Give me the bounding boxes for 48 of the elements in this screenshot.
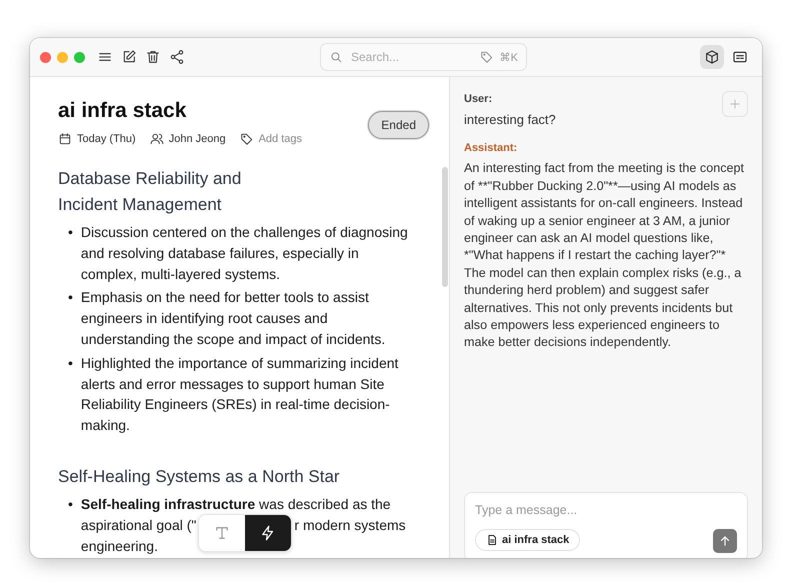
note-title: ai infra stack — [58, 99, 188, 123]
cube-icon — [704, 49, 720, 65]
sender-label: Assistant: — [464, 142, 518, 154]
message-text: interesting fact? — [464, 111, 557, 128]
section-heading: Database Reliability and Incident Management — [58, 168, 242, 216]
arrow-up-icon — [718, 534, 732, 548]
bullet-text: Emphasis on the need for better tools to assist engineers in identifying root causes and understanding the scope and impact of incidents. — [80, 288, 386, 349]
search-icon — [329, 50, 343, 64]
send-button[interactable] — [713, 529, 737, 553]
attachment-chip[interactable]: ai infra stack — [475, 529, 580, 551]
date-label: Today (Thu) — [77, 133, 136, 145]
view-button[interactable] — [700, 45, 724, 69]
bullet-marker: • — [68, 354, 73, 373]
bullet-text: r modern systems — [294, 516, 406, 535]
bullet-text: engineering. — [80, 536, 159, 556]
bullet-marker: • — [68, 288, 73, 308]
sender-label: User: — [464, 93, 492, 105]
section-heading: Self-Healing Systems as a North Star — [58, 466, 341, 488]
bullet-text: aspirational goal (" — [80, 516, 196, 535]
tag-icon — [240, 132, 254, 146]
add-tags-link[interactable]: Add tags — [258, 133, 302, 145]
bullet-text: Self-healing infrastructure was described as the — [80, 494, 392, 514]
bullet-marker: • — [68, 494, 73, 514]
message-input[interactable]: Type a message... — [475, 503, 675, 517]
edit-icon — [121, 49, 137, 65]
participant-label: John Jeong — [168, 133, 226, 145]
search-input[interactable]: Search... — [349, 49, 474, 65]
status-button[interactable]: Ended — [368, 111, 429, 139]
message-composer[interactable]: Type a message... ai infra stack — [464, 492, 748, 558]
plus-icon — [728, 97, 742, 111]
calendar-icon — [58, 132, 72, 146]
toolbar-button[interactable] — [245, 514, 292, 551]
tag-icon — [480, 50, 494, 64]
bullet-text: Discussion centered on the challenges of diagnosing and resolving database failures, especially in complex, multi-layered systems. — [80, 223, 409, 284]
share-icon — [169, 49, 185, 65]
bullet-marker: • — [68, 223, 73, 242]
card-icon — [732, 49, 748, 65]
scrollbar-thumb[interactable] — [442, 167, 448, 287]
close-button[interactable] — [40, 52, 51, 62]
edit-button[interactable] — [121, 49, 137, 65]
bullet-text: Highlighted the importance of summarizing incident alerts and error messages to support human Site Reliability Engineers (SREs) in real-time decision-making. — [80, 354, 400, 436]
message-text: An interesting fact from the meeting is the concept of **"Rubber Ducking 2.0"**—using AI models as intelligent assistants for on-call engineers. Instead of waking up a senior engineer at 3 AM, a junior engineer can ask an AI model questions like, *"What happens if I restart the caching layer?"* The model can then explain complex risks (e.g., a thundering herd problem) and suggest safer alternatives. This not only prevents incidents but also empowers less experienced engineers to make better decisions independently. — [464, 160, 746, 352]
trash-icon — [145, 49, 161, 65]
share-button[interactable] — [169, 49, 185, 65]
delete-button[interactable] — [145, 49, 161, 65]
document-icon — [486, 534, 498, 546]
people-icon — [150, 132, 164, 146]
shortcut-label: ⌘K — [500, 50, 518, 64]
